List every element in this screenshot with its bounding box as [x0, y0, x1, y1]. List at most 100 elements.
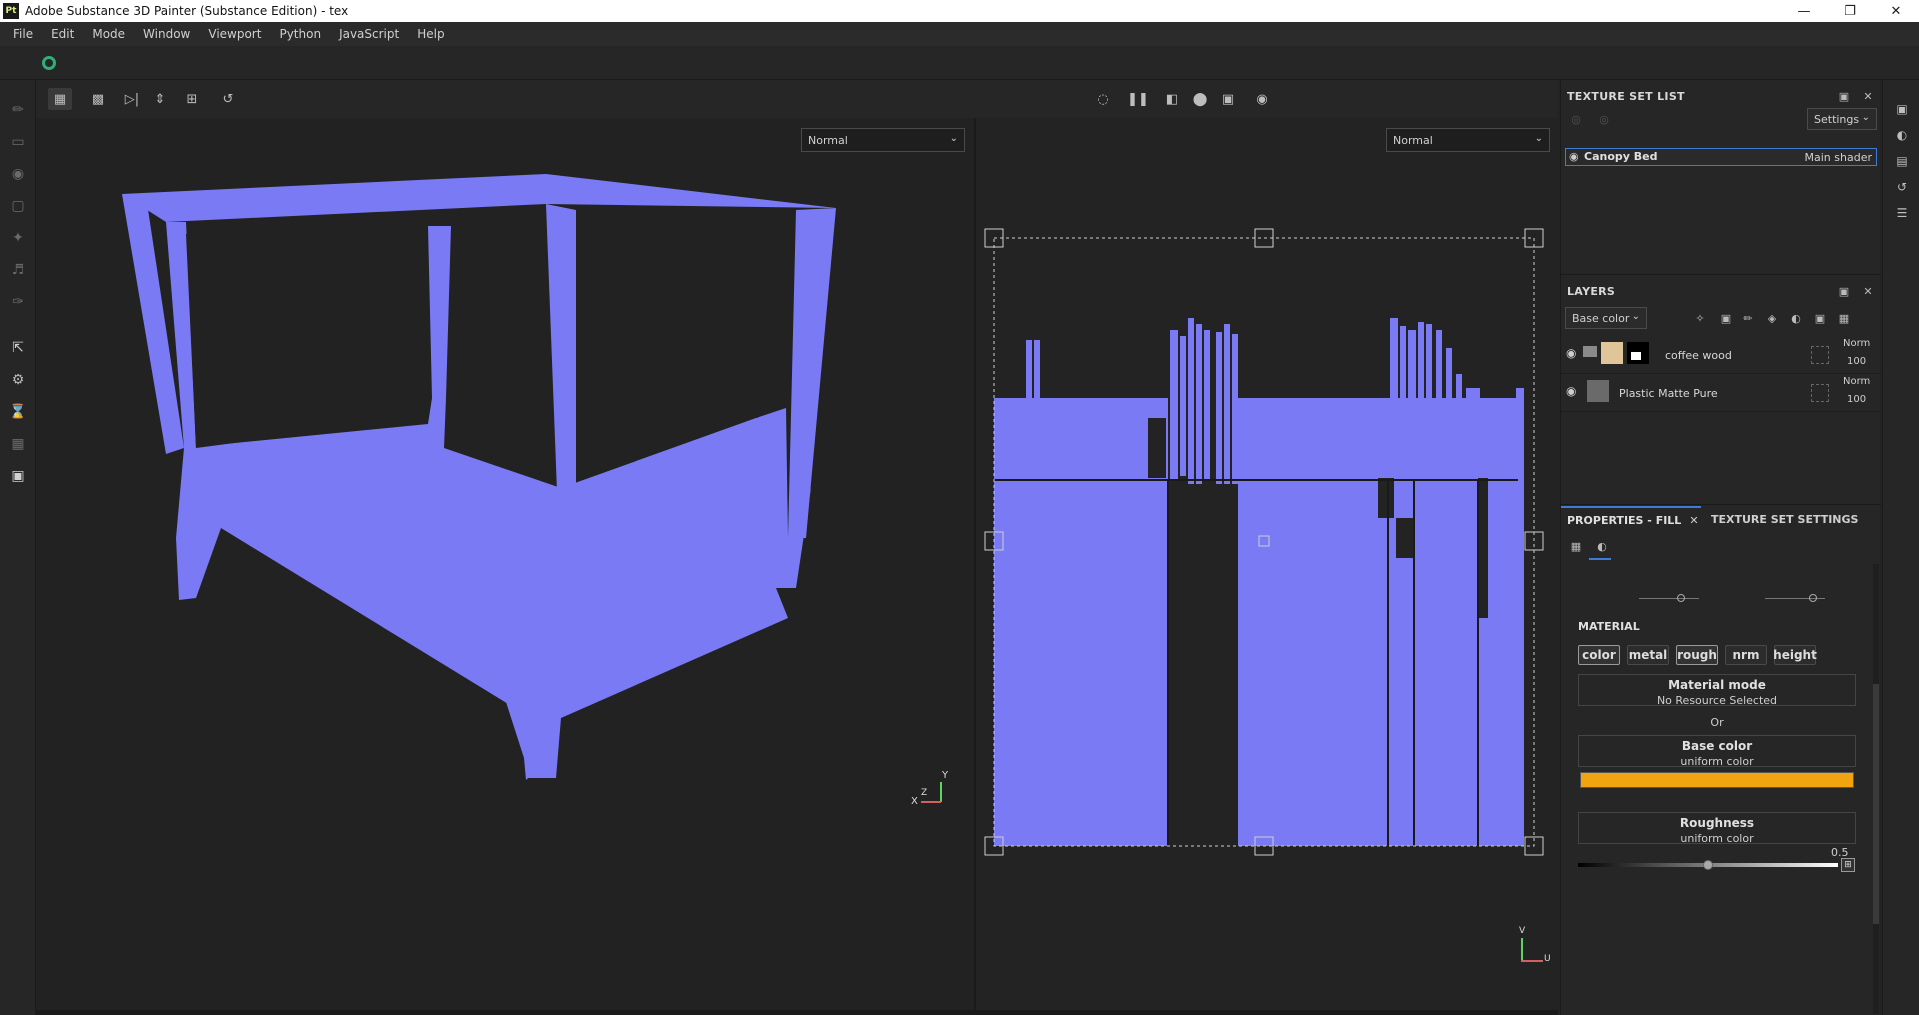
history-icon[interactable]: ↺	[1893, 178, 1911, 196]
add-mask-icon[interactable]: ▣	[1719, 311, 1733, 325]
viewport-3d[interactable]: Normal ⌄ Y X Z	[36, 118, 974, 1010]
hide-icon[interactable]: ◌	[1091, 88, 1115, 110]
pause-icon[interactable]: ❚❚	[1126, 88, 1150, 110]
bake-icon[interactable]: ⚙	[8, 370, 28, 390]
material-mode-field[interactable]: Material mode No Resource Selected	[1578, 674, 1856, 707]
eye-icon[interactable]: ◉	[1566, 384, 1576, 398]
eraser-icon[interactable]: ▭	[8, 132, 28, 152]
display-settings-icon[interactable]: ▣	[8, 466, 28, 486]
history-icon[interactable]: ↺	[216, 88, 240, 110]
eye-icon[interactable]: ◉	[1566, 346, 1576, 360]
projection-icon[interactable]: ◉	[8, 164, 28, 184]
channel-metal-button[interactable]: metal	[1627, 645, 1669, 665]
menu-window[interactable]: Window	[134, 27, 199, 41]
close-icon[interactable]: ✕	[1861, 284, 1875, 298]
display-settings-icon[interactable]: ▣	[1893, 100, 1911, 118]
delete-layer-icon[interactable]: ▦	[1837, 311, 1851, 325]
add-paint-layer-icon[interactable]: ✏	[1741, 311, 1755, 325]
channel-dropdown[interactable]: Base color ⌄	[1565, 307, 1647, 329]
color-picker-icon[interactable]: ✑	[8, 292, 28, 312]
roughness-title: Roughness	[1679, 816, 1755, 830]
cube-view-icon[interactable]: ⬤	[1188, 88, 1212, 110]
menu-help[interactable]: Help	[408, 27, 453, 41]
gizmo-y-axis	[940, 782, 942, 802]
tab-texture-set-settings[interactable]: TEXTURE SET SETTINGS	[1707, 506, 1867, 532]
slider-handle[interactable]	[1677, 594, 1685, 602]
menu-javascript[interactable]: JavaScript	[330, 27, 408, 41]
menu-python[interactable]: Python	[270, 27, 330, 41]
add-smart-material-icon[interactable]: ◐	[1789, 311, 1803, 325]
sync-status-icon[interactable]	[42, 56, 56, 70]
close-icon[interactable]: ✕	[1689, 514, 1698, 527]
channel-rough-button[interactable]: rough	[1676, 645, 1718, 665]
menu-viewport[interactable]: Viewport	[199, 27, 270, 41]
slider-handle[interactable]	[1809, 594, 1817, 602]
roughness-slider-handle[interactable]	[1703, 860, 1713, 870]
uv-tool-icon[interactable]: ▦	[8, 434, 28, 454]
symmetry-y-icon[interactable]: ⇕	[148, 88, 172, 110]
gizmo-u-axis	[1521, 960, 1543, 962]
channel-height-button[interactable]: height	[1773, 645, 1817, 665]
layer-blend-mode[interactable]: Norm	[1843, 376, 1870, 387]
add-folder-icon[interactable]: ▣	[1813, 311, 1827, 325]
smudge-icon[interactable]: ✦	[8, 228, 28, 248]
layer-row[interactable]: ◉ coffee wood Norm 100	[1561, 336, 1881, 374]
layer-opacity[interactable]: 100	[1847, 394, 1866, 405]
menu-mode[interactable]: Mode	[83, 27, 134, 41]
material-sphere-icon[interactable]: ◐	[1595, 539, 1609, 553]
frame-object-icon[interactable]: ⊞	[180, 88, 204, 110]
layer-blend-mode[interactable]: Norm	[1843, 338, 1870, 349]
camera-icon[interactable]: ▣	[1216, 88, 1240, 110]
roughness-value: uniform color	[1680, 832, 1754, 845]
close-icon[interactable]: ✕	[1861, 89, 1875, 103]
folder-icon	[1583, 346, 1597, 357]
minimize-icon[interactable]: —	[1781, 0, 1827, 22]
close-icon[interactable]: ✕	[1873, 0, 1919, 22]
fill-properties-icon[interactable]: ▦	[1569, 539, 1583, 553]
channel-nrm-button[interactable]: nrm	[1725, 645, 1767, 665]
layer-row[interactable]: ◉ Plastic Matte Pure Norm 100	[1561, 374, 1881, 412]
texture-set-settings-dropdown[interactable]: Settings ⌄	[1807, 108, 1877, 130]
title-bar: Pt Adobe Substance 3D Painter (Substance…	[0, 0, 1919, 22]
symmetry-x-icon[interactable]: ▷|	[120, 88, 144, 110]
eye-icon[interactable]: ◉	[1569, 150, 1579, 163]
roughness-field[interactable]: Roughness uniform color	[1578, 812, 1856, 845]
undock-icon[interactable]: ▣	[1837, 89, 1851, 103]
undock-icon[interactable]: ▣	[1837, 284, 1851, 298]
mask-thumbnail[interactable]	[1627, 342, 1649, 364]
texture-set-name: Canopy Bed	[1584, 150, 1658, 163]
restore-icon[interactable]: ❐	[1827, 0, 1873, 22]
clone-stamp-icon[interactable]: ♬	[8, 260, 28, 280]
log-icon[interactable]: ☰	[1893, 204, 1911, 222]
layer-opacity[interactable]: 100	[1847, 356, 1866, 367]
slider-track[interactable]	[1639, 598, 1699, 599]
context-toolbar	[0, 46, 1919, 80]
export-icon[interactable]: ⇱	[8, 338, 28, 358]
properties-scrollbar[interactable]	[1873, 564, 1879, 1014]
add-effect-icon[interactable]: ✧	[1693, 311, 1707, 325]
iray-icon[interactable]: ⌛	[8, 402, 28, 422]
assets-icon[interactable]: ▤	[1893, 152, 1911, 170]
layout-single-icon[interactable]: ▦	[48, 88, 72, 110]
texture-set-item[interactable]: ◉ Canopy Bed Main shader	[1565, 148, 1877, 166]
material-mode-title: Material mode	[1668, 678, 1766, 692]
screenshot-icon[interactable]: ◉	[1250, 88, 1274, 110]
base-color-field[interactable]: Base color uniform color	[1578, 735, 1856, 768]
add-fill-layer-icon[interactable]: ◈	[1765, 311, 1779, 325]
channel-color-button[interactable]: color	[1578, 645, 1620, 665]
layout-grid-icon[interactable]: ▩	[86, 88, 110, 110]
tab-properties-fill[interactable]: PROPERTIES - FILL ✕	[1561, 506, 1701, 532]
shader-settings-icon[interactable]: ◐	[1893, 126, 1911, 144]
random-icon[interactable]: ⊞	[1841, 858, 1855, 872]
split-view-icon[interactable]: ◧	[1160, 88, 1184, 110]
layer-badge	[1811, 346, 1829, 364]
menu-file[interactable]: File	[4, 27, 42, 41]
visibility-off-icon[interactable]: ◎	[1569, 112, 1583, 126]
visibility-icon[interactable]: ◎	[1597, 112, 1611, 126]
paint-brush-icon[interactable]: ✏	[8, 100, 28, 120]
menu-edit[interactable]: Edit	[42, 27, 83, 41]
geometry-mask-icon[interactable]: ▢	[8, 196, 28, 216]
channel-value: Base color	[1572, 311, 1630, 325]
base-color-swatch[interactable]	[1580, 772, 1854, 788]
viewport-2d[interactable]: Normal ⌄ V U	[976, 118, 1558, 1010]
